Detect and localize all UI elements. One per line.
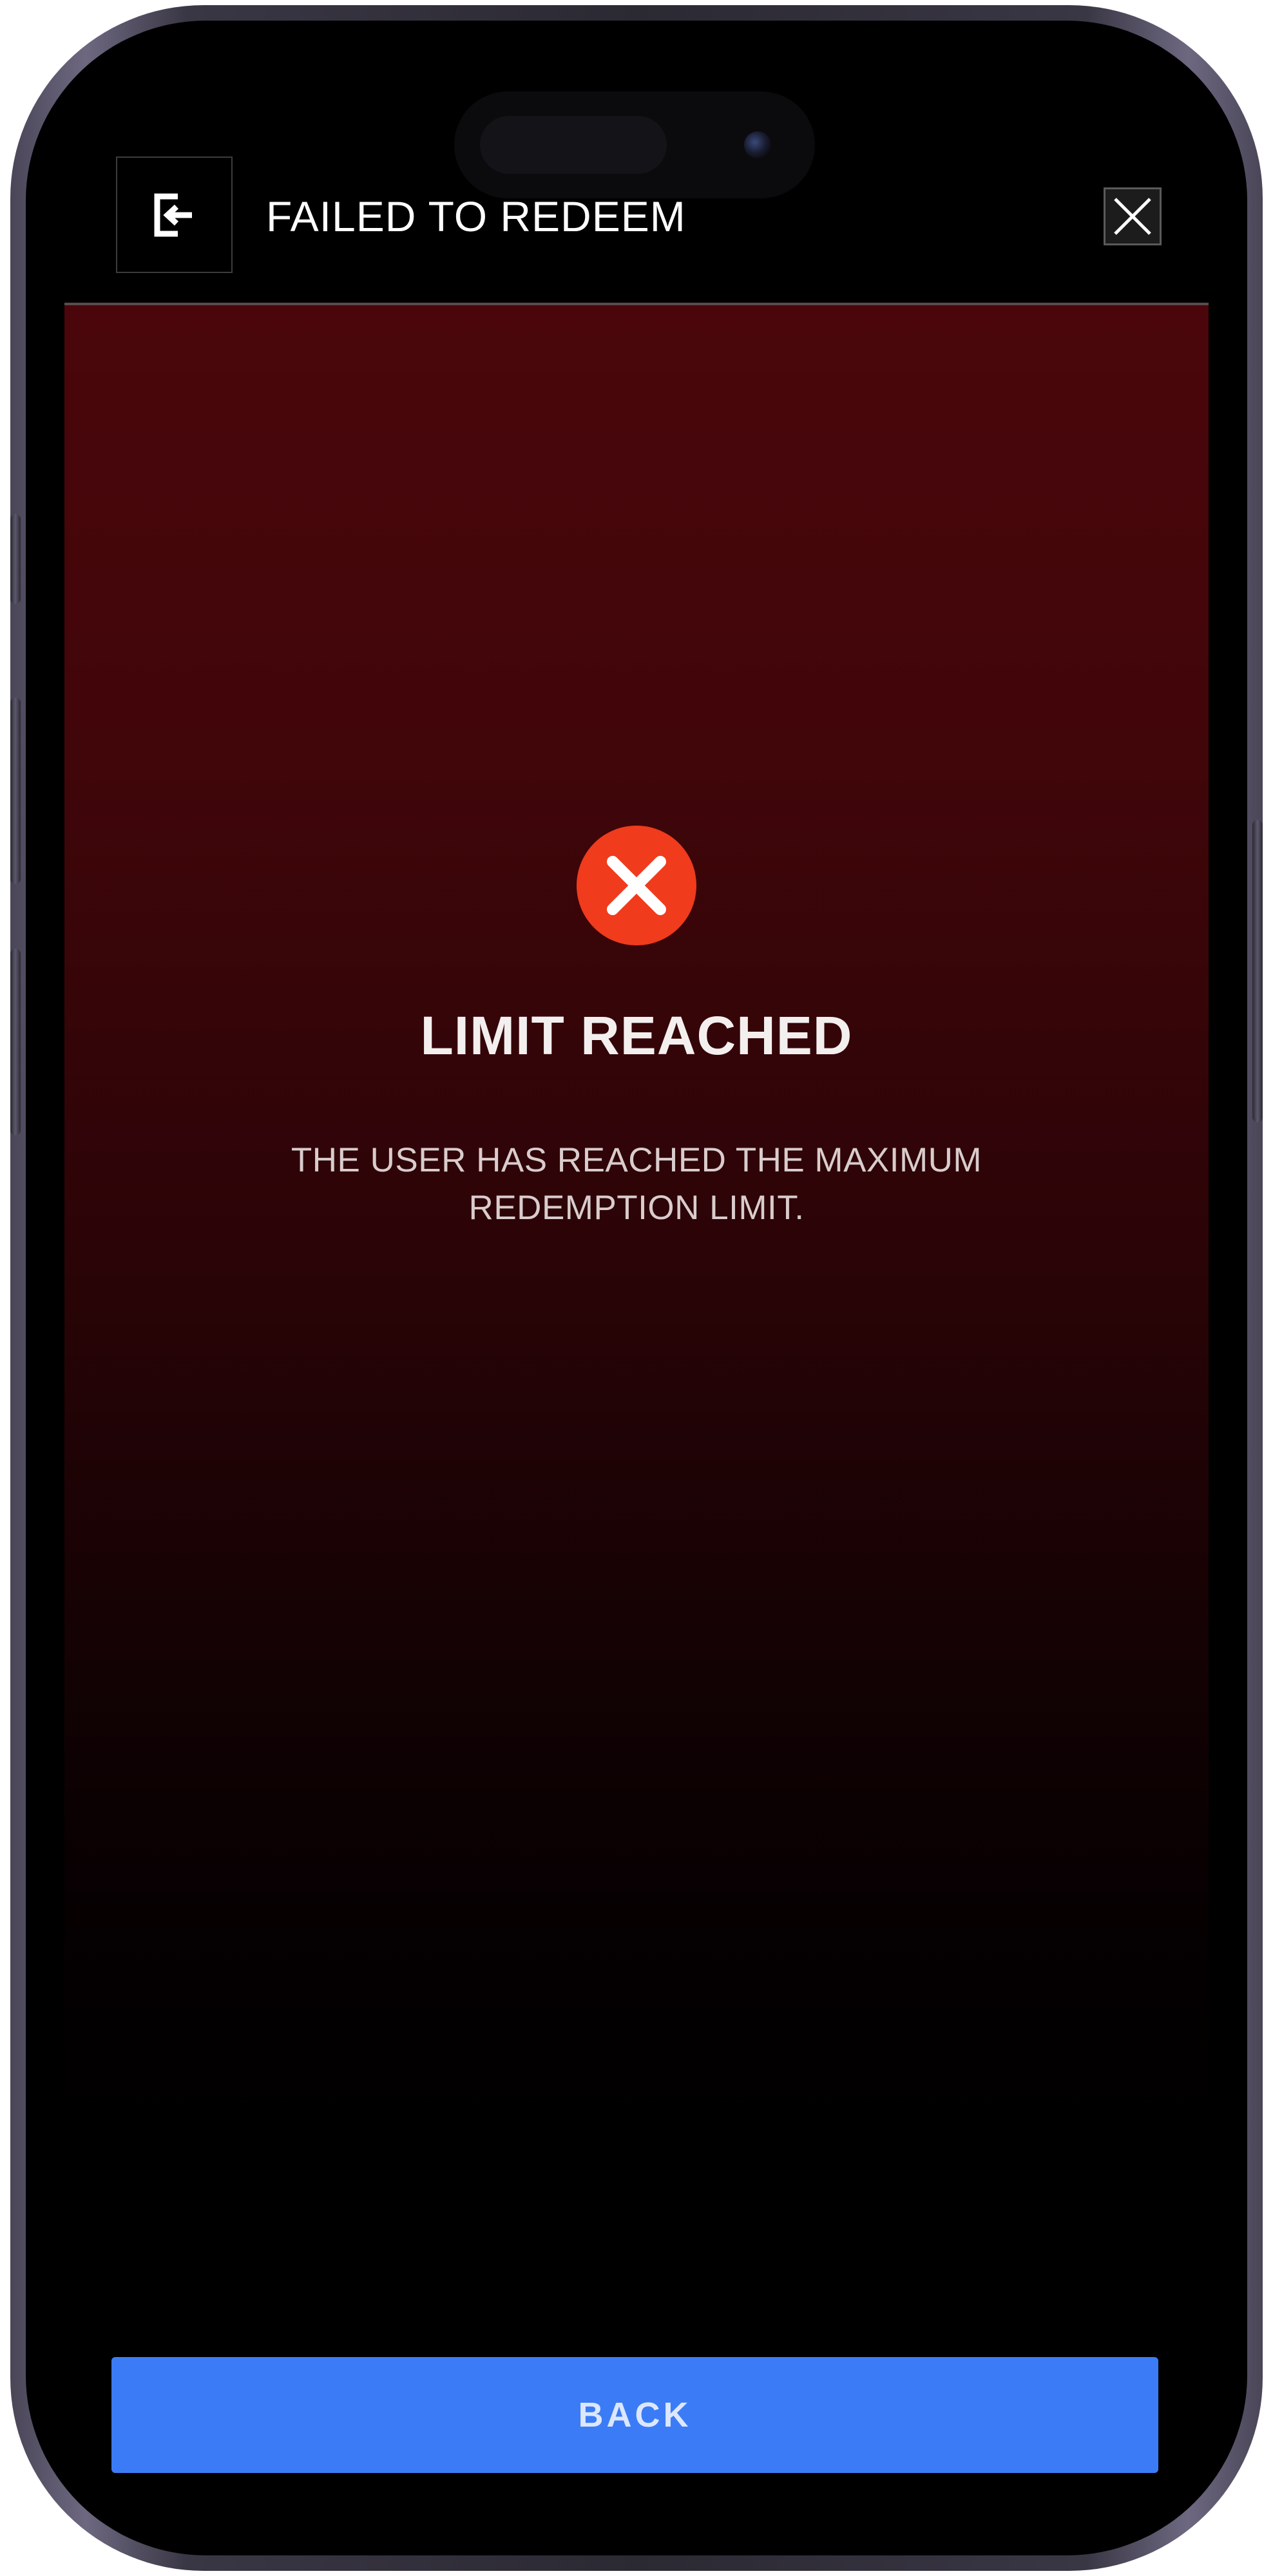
exit-icon	[154, 193, 192, 236]
power-button	[1252, 820, 1263, 1122]
error-x-icon	[577, 826, 696, 945]
close-icon	[1114, 198, 1151, 235]
panel-divider	[64, 303, 1209, 305]
island-sensor	[480, 116, 667, 174]
screen: FAILED TO REDEEM LIMIT REACHED THE USER …	[64, 64, 1209, 2512]
page-title: FAILED TO REDEEM	[266, 193, 686, 240]
status-message: THE USER HAS REACHED THE MAXIMUM REDEMPT…	[291, 1141, 982, 1227]
volume-down-button	[10, 949, 21, 1135]
close-button[interactable]	[1104, 187, 1162, 245]
status-headline: LIMIT REACHED	[420, 1005, 853, 1066]
exit-button[interactable]	[116, 156, 233, 273]
action-button	[10, 514, 21, 604]
dynamic-island	[454, 91, 815, 198]
front-camera	[744, 131, 771, 158]
volume-up-button	[10, 697, 21, 884]
back-button[interactable]: BACK	[111, 2357, 1158, 2473]
result-panel	[64, 303, 1209, 2512]
